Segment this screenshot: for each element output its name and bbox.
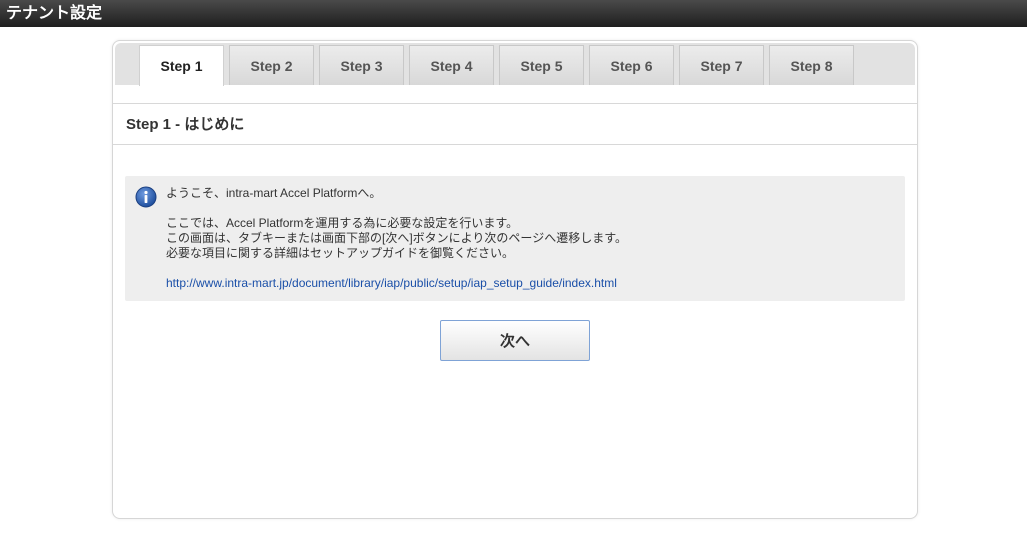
setup-guide-link[interactable]: http://www.intra-mart.jp/document/librar… <box>166 276 617 290</box>
info-icon <box>135 186 157 208</box>
tab-step-8[interactable]: Step 8 <box>769 45 854 85</box>
setup-panel: Step 1 Step 2 Step 3 Step 4 Step 5 Step … <box>112 40 918 519</box>
tab-step-5[interactable]: Step 5 <box>499 45 584 85</box>
info-guide-note: 必要な項目に関する詳細はセットアップガイドを御覧ください。 <box>166 246 515 260</box>
info-description: ここでは、Accel Platformを運用する為に必要な設定を行います。 <box>166 216 519 230</box>
tab-step-7[interactable]: Step 7 <box>679 45 764 85</box>
section-title: Step 1 - はじめに <box>113 104 917 145</box>
next-button[interactable]: 次へ <box>440 320 590 361</box>
info-navigation: この画面は、タブキーまたは画面下部の[次へ]ボタンにより次のページへ遷移します。 <box>166 231 627 245</box>
tab-step-2[interactable]: Step 2 <box>229 45 314 85</box>
page-title: テナント設定 <box>6 5 103 22</box>
info-box: ようこそ、intra-mart Accel Platformへ。 ここでは、Ac… <box>125 176 905 301</box>
tab-step-3[interactable]: Step 3 <box>319 45 404 85</box>
tab-step-6[interactable]: Step 6 <box>589 45 674 85</box>
step-tabbar: Step 1 Step 2 Step 3 Step 4 Step 5 Step … <box>115 43 915 86</box>
info-welcome: ようこそ、intra-mart Accel Platformへ。 <box>166 186 382 200</box>
info-text: ようこそ、intra-mart Accel Platformへ。 ここでは、Ac… <box>166 186 627 291</box>
tab-step-4[interactable]: Step 4 <box>409 45 494 85</box>
page-header: テナント設定 <box>0 0 1027 27</box>
tab-step-1[interactable]: Step 1 <box>139 45 224 86</box>
